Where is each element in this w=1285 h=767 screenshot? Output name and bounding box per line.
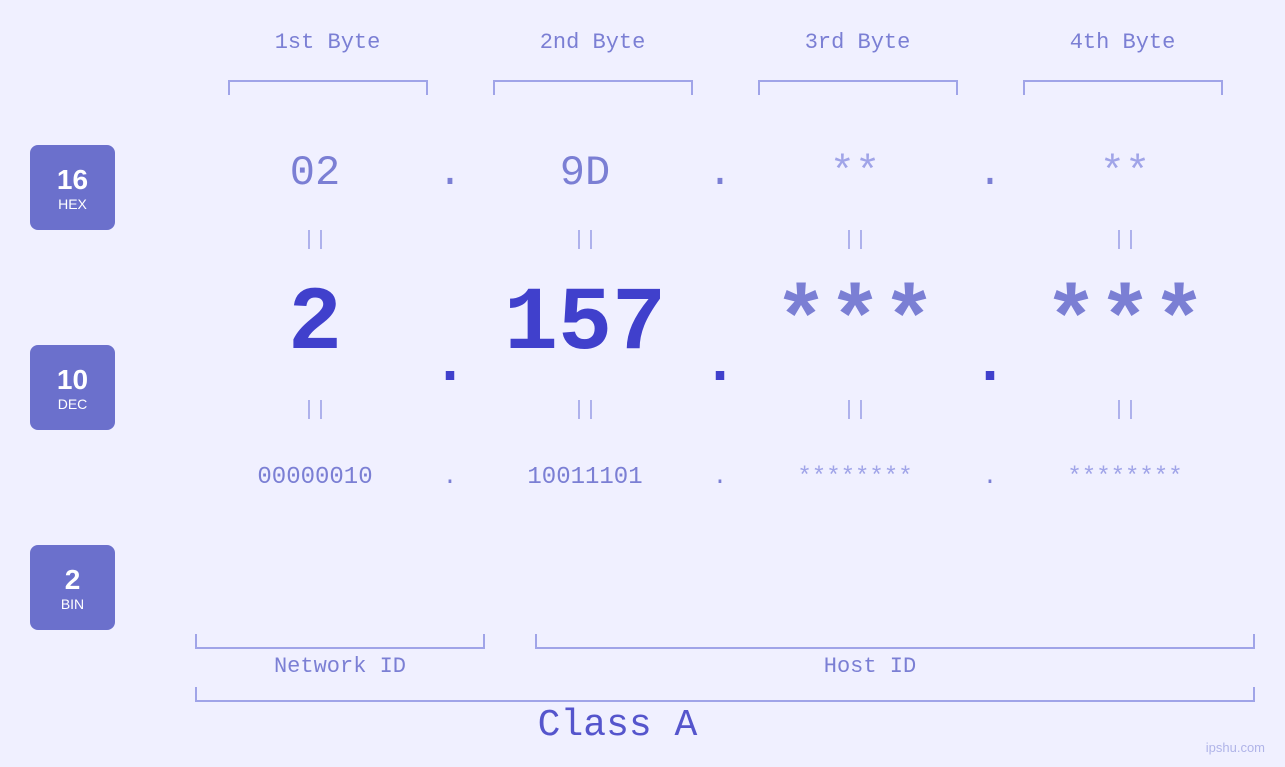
eq1-b4: || (1015, 229, 1235, 252)
header-byte3: 3rd Byte (748, 30, 968, 55)
network-id-label: Network ID (195, 654, 485, 679)
dec-b3: *** (745, 274, 965, 376)
bin-dot3: . (965, 464, 1015, 491)
hex-dot3: . (965, 149, 1015, 197)
values-grid: 02 . 9D . ** . ** || (145, 130, 1265, 520)
badge-hex: 16 HEX (30, 145, 115, 230)
badge-hex-label: HEX (58, 196, 87, 212)
bin-b1: 00000010 (205, 464, 425, 491)
dec-dot3: . (965, 291, 1015, 399)
bracket-byte1 (228, 80, 428, 95)
badge-dec: 10 DEC (30, 345, 115, 430)
eq2-b3: || (745, 399, 965, 422)
badge-dec-number: 10 (57, 364, 88, 396)
header-byte4: 4th Byte (1013, 30, 1233, 55)
hex-b4: ** (1015, 149, 1235, 197)
bracket-byte3 (758, 80, 958, 95)
bin-b3: ******** (745, 464, 965, 491)
host-id-label: Host ID (485, 654, 1255, 679)
bin-b4: ******** (1015, 464, 1235, 491)
bracket-byte2 (493, 80, 693, 95)
badge-bin: 2 BIN (30, 545, 115, 630)
id-label-row: Network ID Host ID (195, 654, 1255, 679)
badge-hex-number: 16 (57, 164, 88, 196)
base-badges: 16 HEX 10 DEC 2 BIN (30, 145, 115, 630)
dec-dot2: . (695, 291, 745, 399)
eq2-b2: || (475, 399, 695, 422)
byte-headers: 1st Byte 2nd Byte 3rd Byte 4th Byte (195, 30, 1255, 55)
hex-dot1: . (425, 149, 475, 197)
row-hex: 02 . 9D . ** . ** (145, 130, 1265, 215)
eq1-b1: || (205, 229, 425, 252)
equals-row-1: || || || || (145, 215, 1265, 265)
bracket-byte4 (1023, 80, 1223, 95)
hex-b3: ** (745, 149, 965, 197)
bottom-full-bracket (195, 687, 1255, 702)
badge-bin-number: 2 (65, 564, 81, 596)
watermark: ipshu.com (1206, 740, 1265, 755)
eq2-b4: || (1015, 399, 1235, 422)
row-bin: 00000010 . 10011101 . ******** . *******… (145, 435, 1265, 520)
bottom-brackets (195, 634, 1255, 649)
bin-b2: 10011101 (475, 464, 695, 491)
class-label: Class A (0, 704, 1235, 747)
hex-b1: 02 (205, 149, 425, 197)
hex-b2: 9D (475, 149, 695, 197)
eq1-b2: || (475, 229, 695, 252)
badge-bin-label: BIN (61, 596, 84, 612)
dec-b1: 2 (205, 280, 425, 370)
dec-b4: *** (1015, 274, 1235, 376)
eq1-b3: || (745, 229, 965, 252)
main-container: 1st Byte 2nd Byte 3rd Byte 4th Byte 16 H… (0, 0, 1285, 767)
dec-dot1: . (425, 291, 475, 399)
header-byte2: 2nd Byte (483, 30, 703, 55)
eq2-b1: || (205, 399, 425, 422)
badge-dec-label: DEC (58, 396, 88, 412)
bracket-host (535, 634, 1255, 649)
row-dec: 2 . 157 . *** . *** (145, 265, 1265, 385)
bracket-network (195, 634, 485, 649)
top-brackets (195, 80, 1255, 100)
bin-dot1: . (425, 464, 475, 491)
bin-dot2: . (695, 464, 745, 491)
dec-b2: 157 (475, 280, 695, 370)
hex-dot2: . (695, 149, 745, 197)
bracket-gap (485, 634, 535, 649)
header-byte1: 1st Byte (218, 30, 438, 55)
